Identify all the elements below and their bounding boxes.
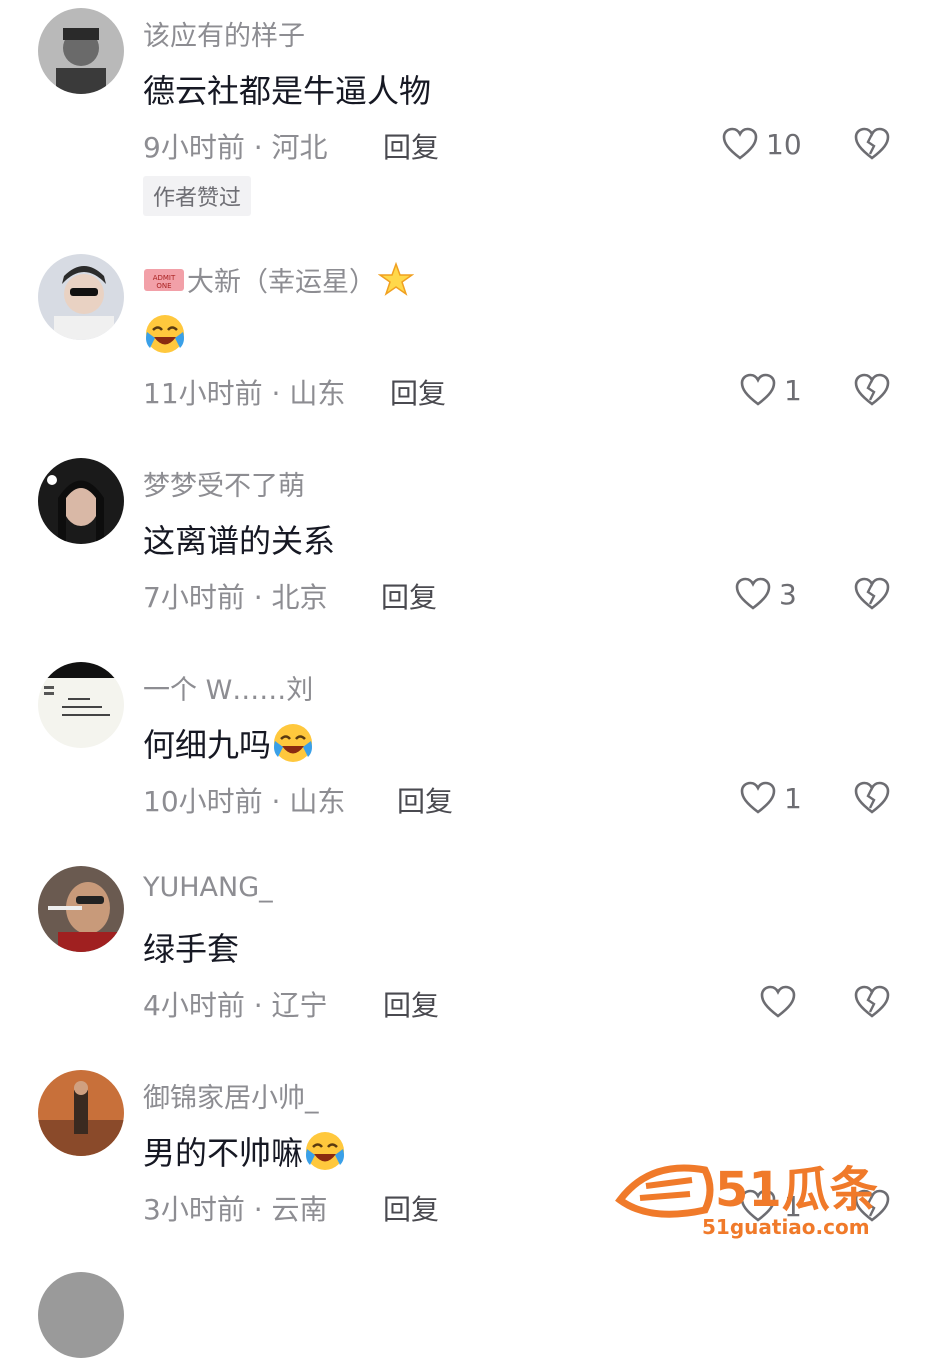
crying-laughing-emoji-icon [274,724,313,762]
username-text[interactable]: 该应有的样子 [143,14,305,53]
broken-heart-icon[interactable] [852,574,892,614]
reply-button[interactable]: 回复 [383,984,439,1024]
comment-text: 男的不帅嘛 [143,1128,347,1174]
meta-separator: · [244,1193,272,1226]
comment-text-content: 何细九吗 [143,726,272,764]
avatar[interactable] [38,1272,124,1358]
star-icon [378,261,414,296]
meta-separator: · [244,581,272,614]
author-liked-badge: 作者赞过 [143,176,252,216]
like-button[interactable]: 1 [738,370,802,410]
meta-separator: · [262,377,290,410]
username[interactable]: 该应有的样子 [143,14,305,53]
like-count: 10 [766,127,802,161]
svg-text:ONE: ONE [156,282,171,290]
comment-meta: 10小时前 · 山东 [143,780,345,820]
avatar[interactable] [38,8,124,94]
broken-heart-icon[interactable] [852,370,892,410]
svg-text:ADMIT: ADMIT [153,274,176,282]
like-count: 1 [784,373,802,407]
avatar[interactable] [38,866,124,952]
watermark: 51瓜条 51guatiao.com [610,1150,910,1240]
location-text: 辽宁 [271,989,328,1022]
username[interactable]: YUHANG_ [143,872,273,903]
like-count: 1 [784,781,802,815]
heart-outline-icon [760,985,796,1018]
comment-text-content: 男的不帅嘛 [143,1134,304,1172]
crying-laughing-emoji-icon [306,1132,345,1170]
username-text[interactable]: 御锦家居小帅_ [143,1076,319,1115]
time-text: 7小时前 [143,581,245,614]
avatar[interactable] [38,662,124,748]
location-text: 山东 [289,785,346,818]
username[interactable]: 梦梦受不了萌 [143,464,305,503]
crying-laughing-emoji-icon [146,315,184,353]
comment-meta: 3小时前 · 云南 [143,1188,328,1228]
like-button[interactable]: 10 [720,124,802,164]
meta-separator: · [244,989,272,1022]
like-button[interactable]: 3 [733,574,797,614]
comment-meta: 11小时前 · 山东 [143,372,345,412]
comment-text: 何细九吗 [143,720,315,766]
avatar[interactable] [38,254,124,340]
comment-meta: 9小时前 · 河北 [143,126,328,166]
reply-button[interactable]: 回复 [383,126,439,166]
location-text: 云南 [271,1193,328,1226]
meta-separator: · [244,131,272,164]
reply-button[interactable]: 回复 [397,780,453,820]
reply-button[interactable]: 回复 [381,576,437,616]
username[interactable]: 御锦家居小帅_ [143,1076,319,1115]
comment-text-content: 德云社都是牛逼人物 [143,72,432,110]
username-text[interactable]: 梦梦受不了萌 [143,464,305,503]
time-text: 4小时前 [143,989,245,1022]
watermark-brand: 51瓜条 [715,1162,878,1218]
comment-text: 德云社都是牛逼人物 [143,66,431,112]
comment-meta: 4小时前 · 辽宁 [143,984,328,1024]
meta-separator: · [262,785,290,818]
heart-outline-icon [740,373,776,406]
heart-outline-icon [722,127,758,160]
heart-outline-icon [735,577,771,610]
time-text: 9小时前 [143,131,245,164]
broken-heart-icon[interactable] [852,124,892,164]
watermark-url: 51guatiao.com [702,1215,870,1239]
comment-text: 这离谱的关系 [143,516,335,562]
comment-text [143,312,187,356]
comment-text: 绿手套 [143,924,239,970]
heart-outline-icon [740,781,776,814]
like-button[interactable]: 1 [738,778,802,818]
location-text: 北京 [271,581,328,614]
ticket-icon: ADMITONE [144,268,184,291]
comment-text-content: 这离谱的关系 [143,522,336,560]
time-text: 3小时前 [143,1193,245,1226]
comment-text-content: 绿手套 [143,930,240,968]
broken-heart-icon[interactable] [852,778,892,818]
avatar[interactable] [38,1070,124,1156]
broken-heart-icon[interactable] [852,982,892,1022]
location-text: 河北 [271,131,328,164]
username-text[interactable]: 一个 W……刘 [143,668,313,707]
watermark-logo-icon: 51瓜条 51guatiao.com [615,1162,878,1239]
reply-button[interactable]: 回复 [390,372,446,412]
username[interactable]: 一个 W……刘 [143,668,313,707]
avatar[interactable] [38,458,124,544]
username-text[interactable]: YUHANG_ [143,872,273,903]
username[interactable]: ADMIT ONE 大新（幸运星） [143,260,414,299]
username-text[interactable]: 大新（幸运星） [187,260,376,299]
time-text: 11小时前 [143,377,263,410]
like-count: 3 [779,577,797,611]
comment-meta: 7小时前 · 北京 [143,576,328,616]
location-text: 山东 [289,377,346,410]
reply-button[interactable]: 回复 [383,1188,439,1228]
like-button[interactable] [758,982,798,1022]
time-text: 10小时前 [143,785,263,818]
